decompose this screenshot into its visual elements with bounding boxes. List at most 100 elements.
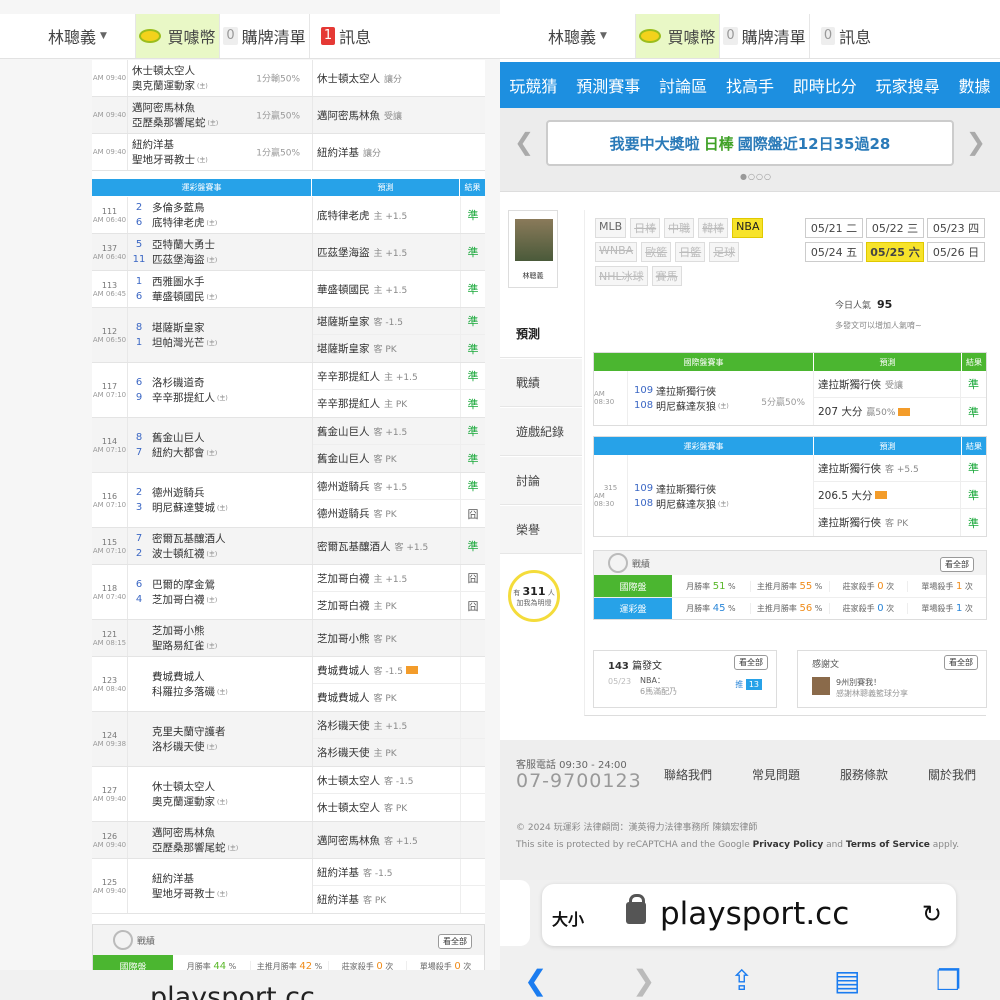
game-time-text: AM 06:50 xyxy=(92,335,127,344)
game-group: 137 AM 06:40 5 亞特蘭大勇士 11 匹茲堡海盜 (主) 匹茲堡海盜主 +1.5 準 xyxy=(92,234,485,271)
nav-item[interactable]: 找高手 xyxy=(726,73,774,97)
message-button[interactable]: 1 訊息 xyxy=(310,14,382,58)
nav-item[interactable]: 玩競猜 xyxy=(509,73,557,97)
pick-text: 休士頓太空人客 -1.5 xyxy=(317,773,460,788)
league-chip[interactable]: 中職 xyxy=(664,218,695,238)
footer-link[interactable]: 服務條款 xyxy=(840,766,888,783)
pick-row: 芝加哥白襪主 PK 囧 xyxy=(313,592,485,619)
game-matchup: 費城費城人 科羅拉多落磯 (主) xyxy=(128,657,313,711)
bulb-badge[interactable]: 有 311 人 加我為明燈 xyxy=(508,570,560,622)
tab-1[interactable]: 戰績 xyxy=(500,359,582,407)
phone-number[interactable]: 07-9700123 xyxy=(516,770,642,792)
forward-icon[interactable]: ❯ xyxy=(632,964,655,997)
footer-link[interactable]: 聯絡我們 xyxy=(664,766,712,783)
nav-item[interactable]: 即時比分 xyxy=(793,73,857,97)
stat-caption: 莊家殺手 xyxy=(842,604,875,613)
share-icon[interactable]: ⇪ xyxy=(730,964,753,997)
pick-result: 準 xyxy=(460,308,485,334)
game-time-text: AM 09:38 xyxy=(92,739,127,748)
pick-row: 紐約洋基 讓分 xyxy=(313,134,485,170)
date-chip[interactable]: 05/26 日 xyxy=(927,242,985,262)
caret-down-icon: ▼ xyxy=(600,31,607,41)
nav-item[interactable]: 玩家搜尋 xyxy=(876,73,940,97)
post-item[interactable]: NBA： 6馬滿配乃 xyxy=(640,675,677,697)
nav-item[interactable]: 數據 xyxy=(958,73,990,97)
team-number: 4 xyxy=(135,594,143,605)
game-time-text: AM 09:40 xyxy=(92,840,127,849)
nav-item[interactable]: 預測賽事 xyxy=(576,73,640,97)
coin-button-right[interactable]: 買噱幣 xyxy=(636,14,720,58)
posts-view-all-button[interactable]: 看全部 xyxy=(734,655,768,670)
league-chip[interactable]: MLB xyxy=(595,218,627,238)
date-chip[interactable]: 05/21 二 xyxy=(805,218,863,238)
pick-spread: 客 -1.5 xyxy=(373,317,403,328)
avatar[interactable]: 林聰義 xyxy=(508,210,558,288)
league-chip[interactable]: 賽馬 xyxy=(651,266,682,286)
pick-row: 德州遊騎兵客 PK 囧 xyxy=(313,500,485,527)
thanks-item[interactable]: 9州別賽我！ 感謝林聰義籃球分享 xyxy=(836,677,908,699)
pick-result: 準 xyxy=(960,455,986,481)
privacy-link[interactable]: Privacy Policy xyxy=(753,840,824,850)
nav-item[interactable]: 討論區 xyxy=(659,73,707,97)
chevron-left-icon[interactable]: ❮ xyxy=(514,128,534,156)
tab-edge xyxy=(500,880,530,946)
date-chip[interactable]: 05/22 三 xyxy=(866,218,924,238)
cart-button-right[interactable]: 0 購牌清單 xyxy=(720,14,810,58)
pick-spread: 客 PK xyxy=(373,510,397,520)
view-all-button[interactable]: 看全部 xyxy=(438,934,472,949)
coin-button[interactable]: 買噱幣 xyxy=(136,14,220,58)
team-name: 奧克蘭運動家 xyxy=(152,796,215,808)
url-text: playsport.cc xyxy=(660,896,850,932)
cart-button[interactable]: 0 購牌清單 xyxy=(220,14,310,58)
league-chip[interactable]: WNBA xyxy=(595,242,638,262)
league-chip[interactable]: NBA xyxy=(732,218,764,238)
league-chip[interactable]: 日棒 xyxy=(630,218,661,238)
date-chip[interactable]: 05/25 六 xyxy=(866,242,924,262)
thanks-view-all-button[interactable]: 看全部 xyxy=(944,655,978,670)
footer-link[interactable]: 常見問題 xyxy=(752,766,800,783)
pick-result xyxy=(460,620,485,656)
user-menu[interactable]: 林聰義 ▼ xyxy=(0,14,136,58)
view-all-button[interactable]: 看全部 xyxy=(940,557,974,572)
league-chip[interactable]: 足球 xyxy=(709,242,740,262)
team-name: 聖路易紅雀 xyxy=(152,640,205,652)
user-menu-right[interactable]: 林聰義 ▼ xyxy=(500,14,636,58)
text-size-button[interactable]: 大小 xyxy=(552,906,584,930)
league-chip[interactable]: 韓棒 xyxy=(698,218,729,238)
pick-team: 德州遊騎兵 xyxy=(317,508,370,520)
phone-label: 客服電話 09:30 - 24:00 xyxy=(516,760,627,771)
tab-0[interactable]: 預測 xyxy=(500,310,582,358)
league-chip[interactable]: 歐籃 xyxy=(641,242,672,262)
pick-spread: 受讓 xyxy=(384,111,403,122)
date-chip[interactable]: 05/23 四 xyxy=(927,218,985,238)
back-icon[interactable]: ❮ xyxy=(524,964,547,997)
game-id: 116 xyxy=(101,491,118,501)
footer-link[interactable]: 關於我們 xyxy=(928,766,976,783)
tab-4[interactable]: 榮譽 xyxy=(500,506,582,554)
chevron-right-icon[interactable]: ❯ xyxy=(966,128,986,156)
safari-url-bar-left[interactable]: playsport.cc xyxy=(0,970,500,1000)
date-chip[interactable]: 05/24 五 xyxy=(805,242,863,262)
intl-table: 國際盤賽事 預測 結果 AM 08:30 109 達拉斯獨行俠 108 明尼蘇達灰狼… xyxy=(593,352,987,426)
bookmarks-icon[interactable]: ▤ xyxy=(834,964,860,997)
intl-header-pred: 預測 xyxy=(814,353,962,371)
league-chip[interactable]: 日籃 xyxy=(675,242,706,262)
league-chip[interactable]: NHL冰球 xyxy=(595,266,648,286)
tabs-icon[interactable]: ❐ xyxy=(936,964,961,997)
message-button-right[interactable]: 0 訊息 xyxy=(810,14,882,58)
pick-row: 邁阿密馬林魚 受讓 xyxy=(313,97,485,133)
bulb-post: 人 xyxy=(547,588,555,597)
terms-link[interactable]: Terms of Service xyxy=(846,840,930,850)
pick-row: 舊金山巨人客 PK 準 xyxy=(313,445,485,472)
url-bar[interactable]: 大小 playsport.cc ↻ xyxy=(542,884,956,946)
banner-headline[interactable]: 我要中大獎啦 日棒 國際盤近12日35過28 xyxy=(546,120,954,166)
tab-2[interactable]: 遊戲紀錄 xyxy=(500,408,582,456)
post-tag: NBA： xyxy=(640,676,665,685)
tab-3[interactable]: 討論 xyxy=(500,457,582,505)
team-name: 聖地牙哥教士 xyxy=(132,154,195,166)
pick-spread: 客 PK xyxy=(373,634,397,645)
game-id: 117 xyxy=(101,381,118,391)
reload-icon[interactable]: ↻ xyxy=(922,900,942,928)
team-name: 德州遊騎兵 xyxy=(152,487,205,499)
pick-team: 邁阿密馬林魚 xyxy=(317,834,380,847)
